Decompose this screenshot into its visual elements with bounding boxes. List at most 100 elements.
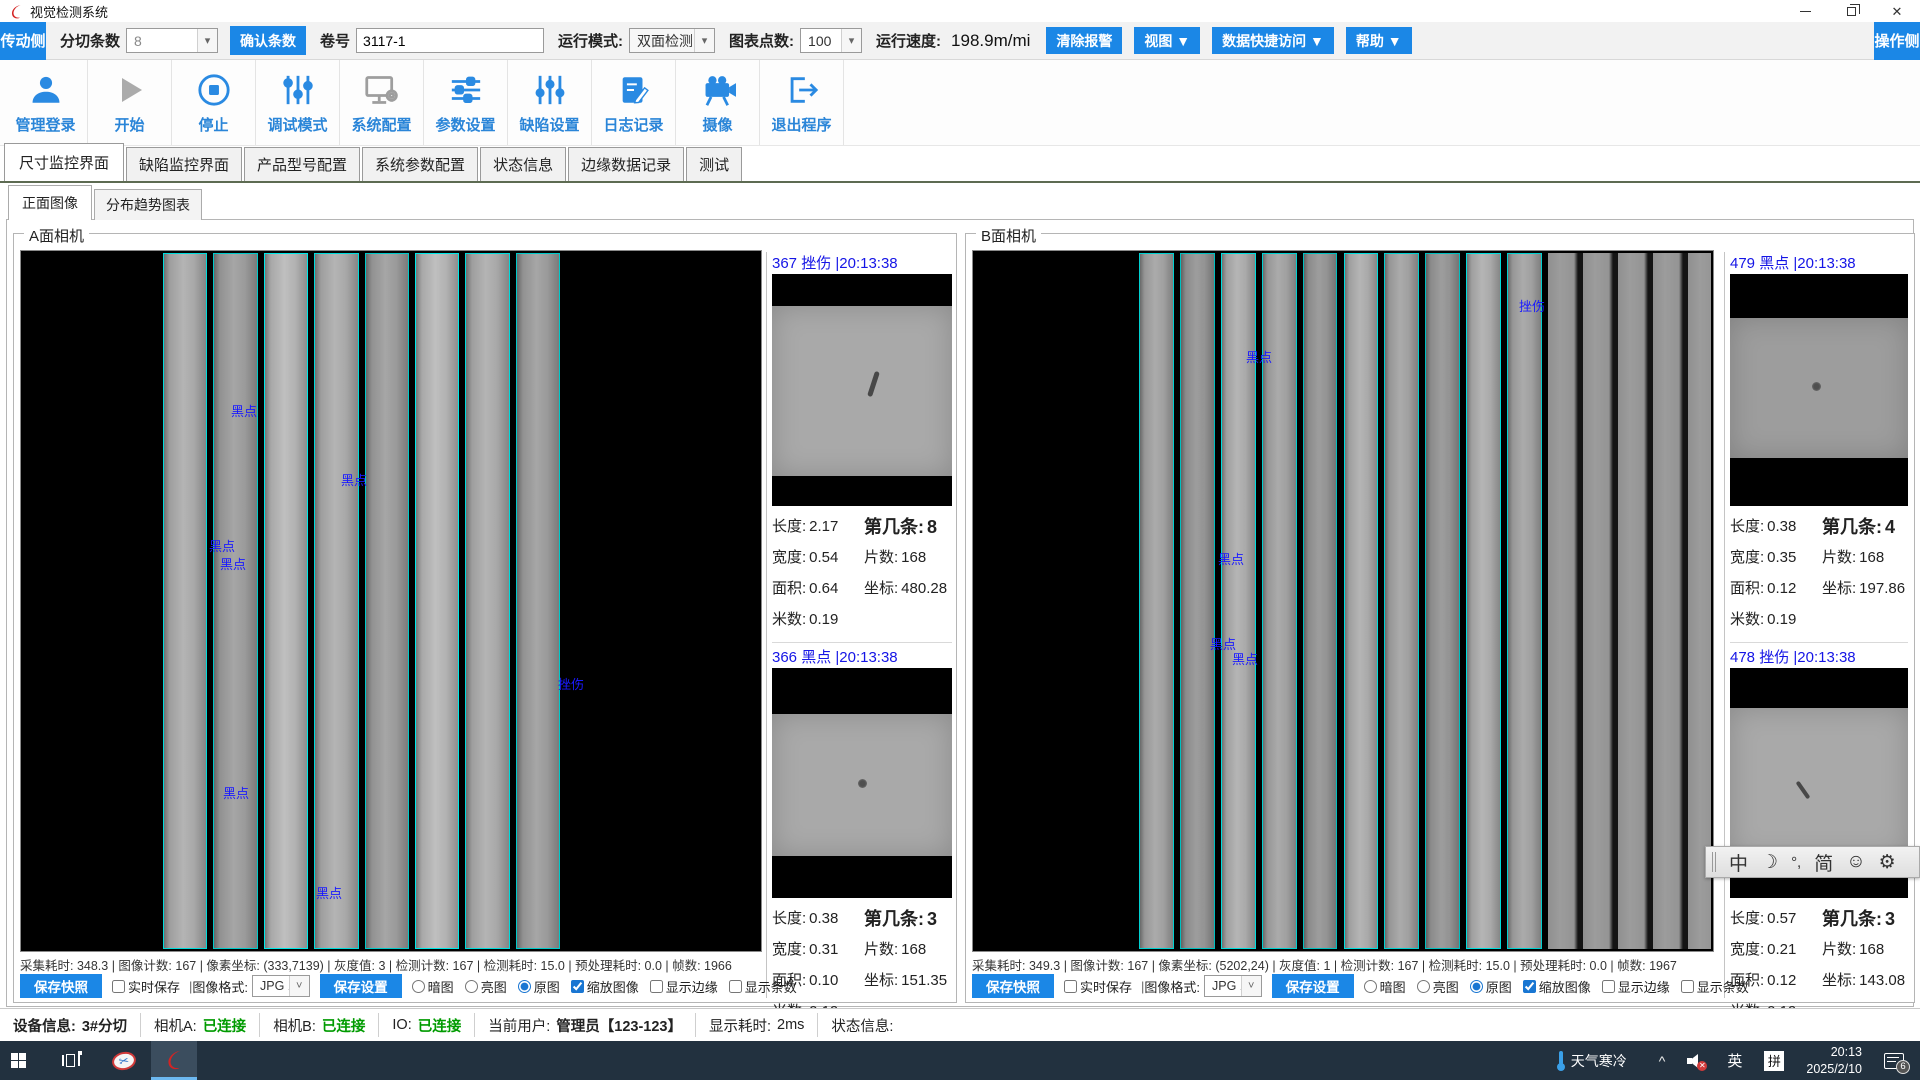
- camera-a-connected-badge: 已连接: [203, 1015, 247, 1036]
- start-button[interactable]: [0, 1041, 37, 1080]
- strip-detection-box: [213, 253, 257, 949]
- defect-header[interactable]: 478 挫伤 |20:13:38: [1730, 646, 1908, 666]
- original-image-radio[interactable]: [1470, 980, 1483, 993]
- clock-button[interactable]: 20:13 2025/2/10: [1795, 1041, 1873, 1080]
- snipping-tool-button[interactable]: ✂: [101, 1041, 147, 1080]
- tab-system-parameter-config[interactable]: 系统参数配置: [362, 147, 478, 181]
- moon-icon[interactable]: ☽: [1761, 851, 1778, 874]
- tab-product-model-config[interactable]: 产品型号配置: [244, 147, 360, 181]
- ime-mode-chinese[interactable]: 中: [1729, 849, 1748, 876]
- task-view-button[interactable]: [51, 1041, 91, 1080]
- save-snapshot-button[interactable]: 保存快照: [20, 974, 102, 998]
- dark-image-radio[interactable]: [412, 980, 425, 993]
- gear-icon[interactable]: ⚙: [1879, 851, 1896, 874]
- tab-status-info[interactable]: 状态信息: [480, 147, 566, 181]
- admin-login-button[interactable]: 管理登录: [4, 60, 88, 145]
- view-menu-button[interactable]: 视图 ▼: [1134, 27, 1200, 54]
- defect-marker: 黑点: [1246, 347, 1272, 366]
- titlebar: 视觉检测系统 ✕: [0, 0, 1920, 22]
- bright-image-radio[interactable]: [1417, 980, 1430, 993]
- parameter-settings-button[interactable]: 参数设置: [424, 60, 508, 145]
- ime-indicator-button[interactable]: 拼: [1753, 1041, 1795, 1080]
- action-center-button[interactable]: 6: [1873, 1041, 1920, 1080]
- confirm-count-button[interactable]: 确认条数: [230, 26, 306, 55]
- camera-a-image[interactable]: 黑点黑点黑点黑点挫伤黑点黑点: [20, 250, 762, 952]
- operator-side-button[interactable]: 操作侧: [1874, 22, 1920, 60]
- show-strips-checkbox[interactable]: [729, 980, 742, 993]
- defect-thumbnail[interactable]: [1730, 274, 1908, 506]
- defect-marker: 黑点: [1218, 549, 1244, 568]
- subtab-front-image[interactable]: 正面图像: [8, 185, 92, 220]
- defect-header[interactable]: 479 黑点 |20:13:38: [1730, 252, 1908, 272]
- sliders-horizontal-icon: [447, 71, 485, 109]
- slice-count-select[interactable]: 8 ▾: [126, 28, 218, 53]
- defect-header[interactable]: 366 黑点 |20:13:38: [772, 646, 952, 666]
- subtab-distribution-trend-chart[interactable]: 分布趋势图表: [94, 189, 202, 220]
- defect-thumbnail[interactable]: [772, 274, 952, 506]
- realtime-save-checkbox[interactable]: [1064, 980, 1077, 993]
- tab-defect-monitor[interactable]: 缺陷监控界面: [126, 147, 242, 181]
- save-settings-button[interactable]: 保存设置: [320, 974, 402, 998]
- defect-marker: 黑点: [231, 401, 257, 420]
- roll-number-input[interactable]: [356, 28, 544, 53]
- original-image-radio[interactable]: [518, 980, 531, 993]
- chart-points-select[interactable]: 100 ▾: [800, 28, 862, 53]
- chevron-down-icon: ▾: [197, 29, 217, 52]
- strip-detection-box: [1466, 253, 1501, 949]
- camera-b-status-cell: 相机B: 已连接: [260, 1013, 379, 1037]
- defect-header[interactable]: 367 挫伤 |20:13:38: [772, 252, 952, 272]
- punctuation-icon[interactable]: °,: [1791, 854, 1801, 871]
- chart-points-label: 图表点数:: [729, 30, 794, 51]
- volume-button[interactable]: ✕: [1676, 1041, 1716, 1080]
- show-edge-checkbox[interactable]: [1602, 980, 1615, 993]
- image-format-select[interactable]: JPG 100 ˅: [1204, 975, 1262, 997]
- debug-mode-button[interactable]: 调试模式: [256, 60, 340, 145]
- system-tray: 天气寒冷 ^ ✕ 英 拼 20:13 2025/2/10 6: [1546, 1041, 1920, 1080]
- restore-button[interactable]: [1828, 0, 1874, 22]
- camera-b-image[interactable]: 黑点挫伤黑点黑点黑点: [972, 250, 1714, 952]
- show-strips-checkbox[interactable]: [1681, 980, 1694, 993]
- vision-app-taskbar-button[interactable]: [151, 1041, 197, 1080]
- tab-test[interactable]: 测试: [686, 147, 742, 181]
- clear-alarm-button[interactable]: 清除报警: [1046, 27, 1122, 54]
- defect-thumbnail[interactable]: [772, 668, 952, 898]
- status-message-cell: 状态信息:: [818, 1013, 906, 1037]
- chevron-down-icon: ˅: [289, 976, 309, 996]
- help-menu-button[interactable]: 帮助 ▼: [1346, 27, 1412, 54]
- data-quick-access-button[interactable]: 数据快捷访问 ▼: [1212, 27, 1334, 54]
- save-settings-button[interactable]: 保存设置: [1272, 974, 1354, 998]
- tab-size-monitor[interactable]: 尺寸监控界面: [4, 143, 124, 181]
- tab-edge-data-record[interactable]: 边缘数据记录: [568, 147, 684, 181]
- show-strips-label: 显示条数: [745, 977, 797, 996]
- show-edge-checkbox[interactable]: [650, 980, 663, 993]
- exit-program-button[interactable]: 退出程序: [760, 60, 844, 145]
- image-format-select[interactable]: JPG 100 ˅: [252, 975, 310, 997]
- bright-image-label: 亮图: [1433, 977, 1459, 996]
- dark-image-radio[interactable]: [1364, 980, 1377, 993]
- drag-handle-icon[interactable]: [1712, 852, 1716, 872]
- zoom-image-checkbox[interactable]: [571, 980, 584, 993]
- realtime-save-checkbox[interactable]: [112, 980, 125, 993]
- main-toolbar: 传动侧 分切条数 8 ▾ 确认条数 卷号 运行模式: 双面检测 ▾ 图表点数: …: [0, 22, 1920, 60]
- stop-button[interactable]: 停止: [172, 60, 256, 145]
- log-record-button[interactable]: 日志记录: [592, 60, 676, 145]
- bright-image-radio[interactable]: [465, 980, 478, 993]
- drive-side-button[interactable]: 传动侧: [0, 22, 46, 60]
- start-button[interactable]: 开始: [88, 60, 172, 145]
- minimize-button[interactable]: [1782, 0, 1828, 22]
- language-indicator-button[interactable]: 英: [1716, 1041, 1753, 1080]
- zoom-image-checkbox[interactable]: [1523, 980, 1536, 993]
- emoji-icon[interactable]: ☺: [1846, 851, 1865, 873]
- run-mode-select[interactable]: 双面检测 ▾: [629, 28, 715, 53]
- system-config-button[interactable]: 系统配置: [340, 60, 424, 145]
- close-button[interactable]: ✕: [1874, 0, 1920, 22]
- camera-capture-button[interactable]: 摄像: [676, 60, 760, 145]
- hidden-icons-button[interactable]: ^: [1648, 1041, 1677, 1080]
- simplified-chinese-icon[interactable]: 简: [1814, 849, 1833, 876]
- chevron-up-icon: ^: [1659, 1053, 1666, 1069]
- defect-settings-button[interactable]: 缺陷设置: [508, 60, 592, 145]
- defect-marker: 黑点: [209, 536, 235, 555]
- thermometer-icon: [1557, 1051, 1565, 1071]
- weather-tray-button[interactable]: 天气寒冷: [1546, 1041, 1638, 1080]
- save-snapshot-button[interactable]: 保存快照: [972, 974, 1054, 998]
